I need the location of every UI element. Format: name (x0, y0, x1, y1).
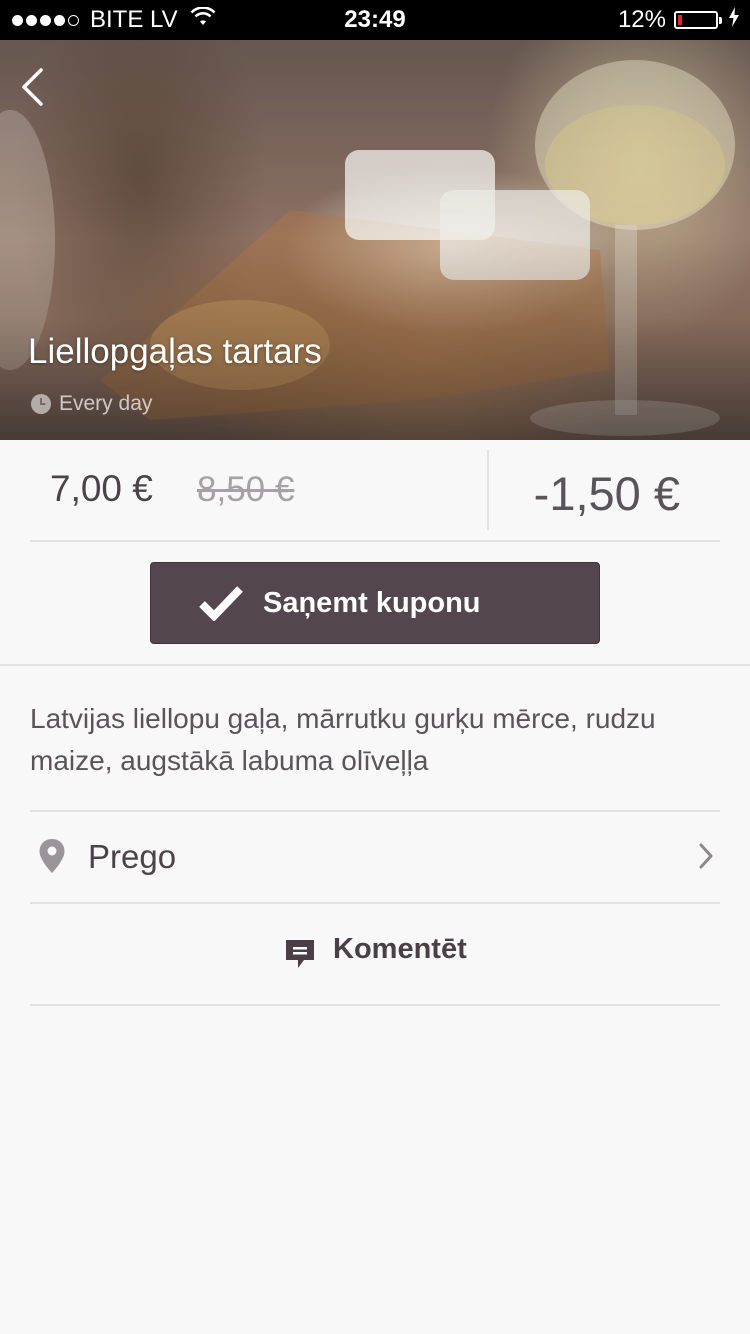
back-button[interactable] (10, 62, 54, 112)
discount-amount: -1,50 € (533, 467, 680, 520)
offer-description: Latvijas liellopu gaļa, mārrutku gurķu m… (30, 703, 656, 776)
comment-button[interactable]: Komentēt (30, 904, 720, 1004)
hero-overlay (0, 40, 750, 440)
get-coupon-button[interactable]: Saņemt kuponu (150, 562, 600, 644)
place-name: Prego (88, 838, 177, 875)
chevron-left-icon (22, 68, 43, 106)
offer-title: Liellopgaļas tartars (28, 332, 322, 371)
hero-image: Liellopgaļas tartars Every day (0, 40, 750, 440)
old-price: 8,50 € (197, 470, 295, 509)
comment-label: Komentēt (333, 933, 467, 965)
location-pin-icon (39, 839, 65, 873)
place-row[interactable]: Prego (30, 812, 720, 902)
status-bar: BITE LV 23:49 12% (0, 0, 750, 40)
clock-icon (31, 394, 51, 414)
charging-bolt-icon (728, 6, 740, 34)
status-right: 12% (618, 0, 740, 40)
battery-icon (674, 11, 722, 29)
battery-percent: 12% (617, 6, 666, 33)
current-price: 7,00 € (50, 468, 153, 509)
price-divider (487, 450, 489, 530)
get-coupon-label: Saņemt kuponu (263, 587, 481, 619)
comment-icon (286, 940, 314, 968)
battery-level (678, 15, 682, 25)
chevron-right-icon (699, 843, 713, 869)
divider (30, 1004, 720, 1006)
divider (0, 664, 750, 666)
price-row: 7,00 € 8,50 € -1,50 € (30, 448, 720, 542)
checkmark-icon (199, 586, 243, 621)
schedule-text: Every day (59, 392, 153, 415)
schedule: Every day (30, 392, 152, 416)
